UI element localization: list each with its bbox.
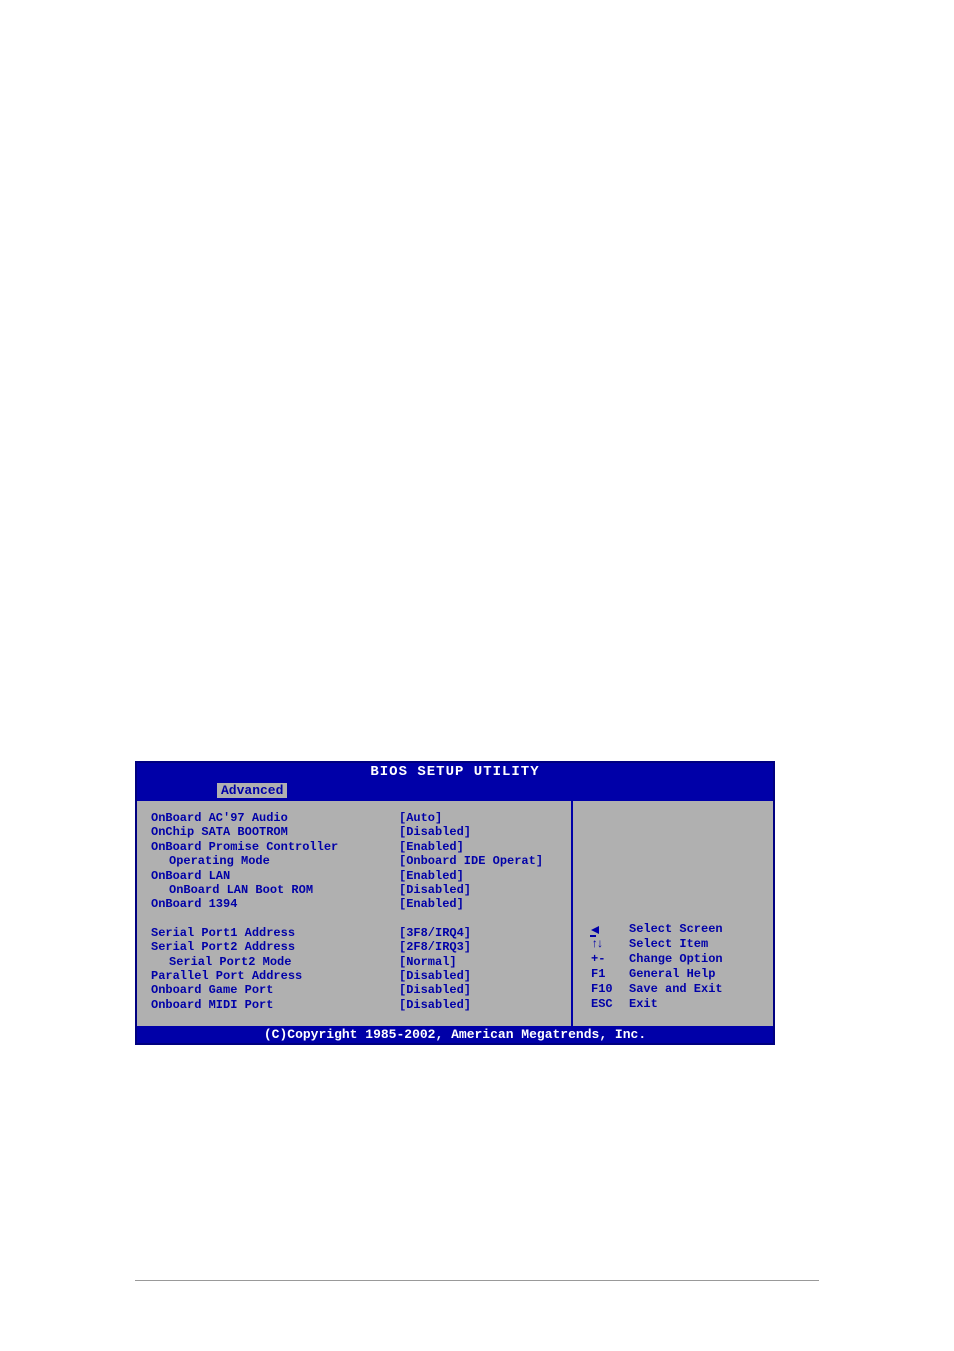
setting-label: Parallel Port Address — [151, 969, 399, 983]
setting-row[interactable]: Serial Port2 Address [2F8/IRQ3] — [151, 940, 571, 954]
setting-label: OnBoard LAN Boot ROM — [151, 883, 399, 897]
bios-title: BIOS SETUP UTILITY — [137, 763, 773, 781]
setting-label: Serial Port1 Address — [151, 926, 399, 940]
help-block: Select Screen ↑↓ Select Item +- Change O… — [591, 922, 763, 1012]
setting-value[interactable]: [3F8/IRQ4] — [399, 926, 471, 940]
bios-window: BIOS SETUP UTILITY Advanced OnBoard AC'9… — [135, 761, 775, 1045]
arrow-left-icon — [591, 926, 629, 934]
help-row: F10 Save and Exit — [591, 982, 763, 997]
setting-value[interactable]: [Enabled] — [399, 869, 464, 883]
setting-value[interactable]: [Onboard IDE Operat] — [399, 854, 543, 868]
setting-value[interactable]: [Normal] — [399, 955, 457, 969]
setting-row[interactable]: Onboard MIDI Port [Disabled] — [151, 998, 571, 1012]
help-row: F1 General Help — [591, 967, 763, 982]
help-row: Select Screen — [591, 922, 763, 937]
help-desc: Save and Exit — [629, 982, 723, 997]
setting-label: OnChip SATA BOOTROM — [151, 825, 399, 839]
setting-row[interactable]: Serial Port2 Mode [Normal] — [151, 955, 571, 969]
setting-label: OnBoard LAN — [151, 869, 399, 883]
bios-tab-row: Advanced — [137, 781, 773, 801]
help-row: ESC Exit — [591, 997, 763, 1012]
arrows-updown-icon: ↑↓ — [591, 937, 629, 952]
setting-row[interactable]: OnBoard AC'97 Audio [Auto] — [151, 811, 571, 825]
help-desc: Select Item — [629, 937, 708, 952]
help-desc: Change Option — [629, 952, 723, 967]
help-row: ↑↓ Select Item — [591, 937, 763, 952]
help-key: +- — [591, 952, 629, 967]
page-footer-divider — [135, 1280, 819, 1281]
bios-help-panel: Select Screen ↑↓ Select Item +- Change O… — [573, 801, 773, 1026]
setting-row[interactable]: Onboard Game Port [Disabled] — [151, 983, 571, 997]
help-key: ESC — [591, 997, 629, 1012]
bios-settings-panel: OnBoard AC'97 Audio [Auto] OnChip SATA B… — [137, 801, 573, 1026]
setting-row[interactable]: Serial Port1 Address [3F8/IRQ4] — [151, 926, 571, 940]
setting-value[interactable]: [Disabled] — [399, 825, 471, 839]
setting-row[interactable]: Parallel Port Address [Disabled] — [151, 969, 571, 983]
setting-row[interactable]: OnBoard 1394 [Enabled] — [151, 897, 571, 911]
setting-label: Serial Port2 Address — [151, 940, 399, 954]
setting-label: OnBoard 1394 — [151, 897, 399, 911]
setting-value[interactable]: [Disabled] — [399, 983, 471, 997]
setting-label: OnBoard AC'97 Audio — [151, 811, 399, 825]
setting-label: OnBoard Promise Controller — [151, 840, 399, 854]
setting-row[interactable]: OnChip SATA BOOTROM [Disabled] — [151, 825, 571, 839]
setting-value[interactable]: [Auto] — [399, 811, 442, 825]
help-desc: Exit — [629, 997, 658, 1012]
help-key: F1 — [591, 967, 629, 982]
setting-value[interactable]: [2F8/IRQ3] — [399, 940, 471, 954]
help-desc: Select Screen — [629, 922, 723, 937]
setting-value[interactable]: [Disabled] — [399, 883, 471, 897]
setting-value[interactable]: [Disabled] — [399, 998, 471, 1012]
setting-row[interactable]: OnBoard LAN Boot ROM [Disabled] — [151, 883, 571, 897]
bios-body: OnBoard AC'97 Audio [Auto] OnChip SATA B… — [137, 801, 773, 1026]
setting-value[interactable]: [Enabled] — [399, 840, 464, 854]
setting-row[interactable]: Operating Mode [Onboard IDE Operat] — [151, 854, 571, 868]
setting-row[interactable]: OnBoard Promise Controller [Enabled] — [151, 840, 571, 854]
help-key: F10 — [591, 982, 629, 997]
help-desc: General Help — [629, 967, 715, 982]
spacer — [151, 912, 571, 926]
bios-footer: (C)Copyright 1985-2002, American Megatre… — [137, 1026, 773, 1043]
setting-value[interactable]: [Disabled] — [399, 969, 471, 983]
setting-label: Onboard MIDI Port — [151, 998, 399, 1012]
help-row: +- Change Option — [591, 952, 763, 967]
setting-label: Serial Port2 Mode — [151, 955, 399, 969]
setting-value[interactable]: [Enabled] — [399, 897, 464, 911]
setting-label: Operating Mode — [151, 854, 399, 868]
bios-tab-advanced[interactable]: Advanced — [217, 783, 287, 798]
setting-row[interactable]: OnBoard LAN [Enabled] — [151, 869, 571, 883]
setting-label: Onboard Game Port — [151, 983, 399, 997]
